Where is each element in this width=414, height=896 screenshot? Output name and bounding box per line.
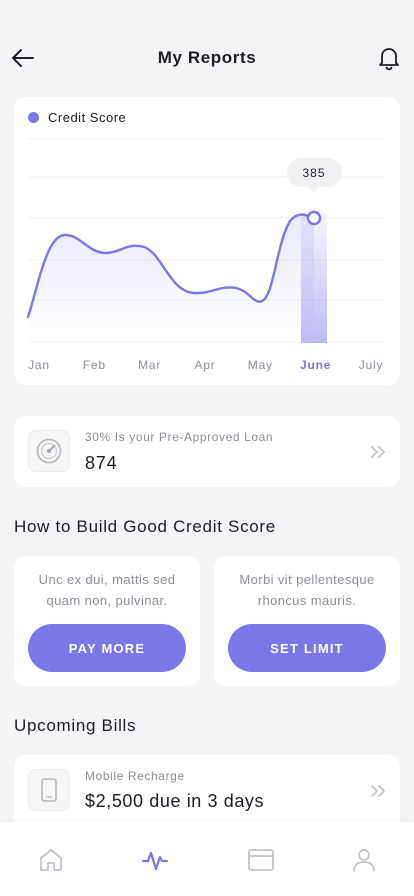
build-credit-section-title: How to Build Good Credit Score (14, 517, 276, 536)
bill-icon-container (28, 769, 70, 811)
selected-point[interactable] (306, 210, 322, 226)
bell-icon[interactable] (376, 45, 402, 71)
pay-more-button[interactable]: PAY MORE (28, 624, 186, 672)
chart-legend: Credit Score (28, 110, 126, 125)
x-tick-label: June (300, 358, 331, 372)
x-tick-label: Jan (28, 358, 50, 372)
set-limit-button[interactable]: SET LIMIT (228, 624, 386, 672)
bottom-tab-bar (0, 822, 414, 896)
upcoming-bills-section-title: Upcoming Bills (14, 716, 137, 735)
x-tick-label: Feb (83, 358, 106, 372)
chevron-double-right-icon[interactable] (370, 784, 388, 798)
tooltip-value: 385 (302, 166, 325, 180)
phone-icon (41, 778, 57, 802)
pre-approved-loan-card[interactable]: 30% Is your Pre-Approved Loan 874 (14, 416, 400, 487)
speedometer-icon (36, 438, 62, 464)
x-tick-label: Mar (138, 358, 161, 372)
card-icon[interactable] (247, 846, 275, 874)
x-tick-label: May (248, 358, 273, 372)
loan-icon-container (28, 430, 70, 472)
credit-score-chart: 385 Jan Feb Mar Apr May June July (26, 138, 386, 372)
x-tick-label: July (359, 358, 384, 372)
tip-card-set-limit: Morbi vit pellentesque rhoncus mauris. S… (214, 556, 400, 686)
tip-text: Unc ex dui, mattis sed quam non, pulvina… (38, 572, 176, 608)
legend-dot (28, 112, 39, 123)
tip-card-pay-more: Unc ex dui, mattis sed quam non, pulvina… (14, 556, 200, 686)
chevron-double-right-icon[interactable] (370, 445, 388, 459)
loan-caption: 30% Is your Pre-Approved Loan (85, 430, 274, 444)
credit-score-chart-card: 385 Jan Feb Mar Apr May June July Credit Score (14, 97, 400, 385)
page-title: My Reports (157, 48, 257, 67)
bill-value: $2,500 due in 3 days (85, 791, 265, 811)
value-tooltip: 385 (287, 158, 342, 193)
loan-value: 874 (85, 453, 118, 473)
home-icon[interactable] (37, 846, 65, 874)
x-tick-label: Apr (194, 358, 215, 372)
x-axis-labels: Jan Feb Mar Apr May June July (28, 358, 384, 372)
tip-text: Morbi vit pellentesque rhoncus mauris. (239, 572, 375, 608)
activity-icon[interactable] (141, 846, 169, 874)
legend-label: Credit Score (48, 110, 127, 125)
bill-caption: Mobile Recharge (85, 769, 185, 783)
profile-icon[interactable] (350, 846, 378, 874)
header: My Reports (0, 0, 414, 96)
